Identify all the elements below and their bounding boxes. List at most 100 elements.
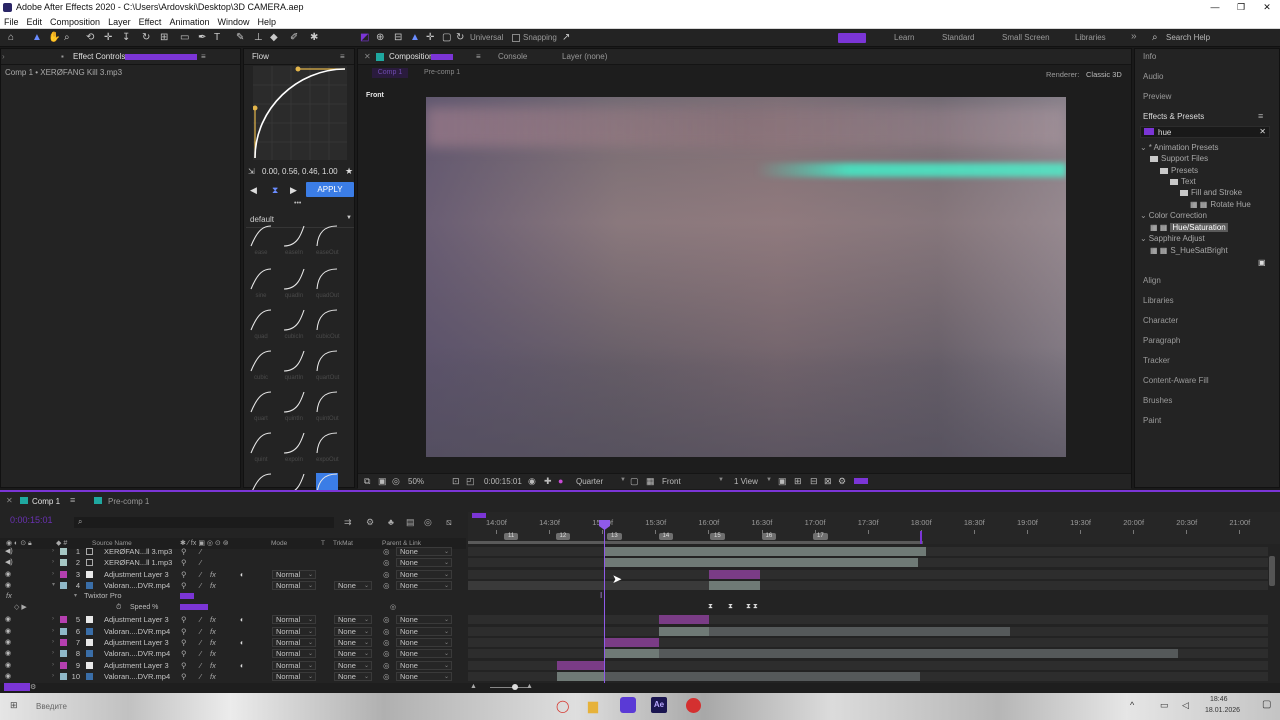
clear-search-icon[interactable]: ✕ [1259, 127, 1266, 136]
expand-layer-icon[interactable]: › [52, 671, 54, 682]
panel-paint[interactable]: Paint [1143, 416, 1161, 425]
parent-dropdown[interactable]: None ⌄ [396, 615, 452, 624]
effects-tree-item[interactable]: Support Files [1150, 154, 1208, 163]
visibility-eye-icon[interactable]: ◉ [5, 637, 11, 648]
title-safe-icon[interactable]: ◰ [466, 476, 475, 487]
notifications-icon[interactable]: ▢ [1262, 699, 1271, 710]
panel-info[interactable]: Info [1143, 52, 1156, 61]
pen-tool-icon[interactable]: ✒ [198, 32, 206, 44]
shy-switch-icon[interactable]: ⚲ [181, 648, 187, 659]
orbit-camera-icon[interactable]: ⟲ [86, 32, 94, 44]
parent-dropdown[interactable]: None ⌄ [396, 661, 452, 670]
effects-tree-item[interactable]: ▦ ▦ Rotate Hue [1190, 200, 1251, 209]
visibility-eye-icon[interactable]: ◉ [5, 614, 11, 625]
workspace-more-chevron[interactable]: » [1131, 31, 1137, 42]
panel-preview[interactable]: Preview [1143, 92, 1171, 101]
quality-switch-icon[interactable]: ⁄ [200, 637, 201, 648]
blend-mode-dropdown[interactable]: Normal ⌄ [272, 672, 316, 681]
flow-apply-button[interactable]: APPLY [306, 182, 354, 197]
roto-brush-icon[interactable]: ✐ [290, 32, 298, 44]
pick-whip-icon[interactable]: ◎ [383, 546, 390, 557]
shy-switch-icon[interactable]: ⚲ [181, 671, 187, 682]
timeline-vertical-scrollbar[interactable] [1269, 556, 1275, 586]
pick-whip-icon[interactable]: ◎ [383, 660, 390, 671]
work-area-end[interactable] [920, 531, 922, 544]
explorer-folder-icon[interactable]: ▆ [588, 698, 598, 714]
layer-name[interactable]: XERØFAN...ll 3.mp3 [104, 546, 172, 557]
expand-layer-icon[interactable]: › [52, 557, 54, 568]
fx-switch-icon[interactable]: fx [210, 648, 216, 659]
layer-duration-bar[interactable] [604, 638, 659, 647]
renderer-value[interactable]: Classic 3D [1086, 70, 1122, 79]
label-color-swatch[interactable] [60, 548, 67, 555]
shy-switch-icon[interactable]: ⚲ [181, 626, 187, 637]
stopwatch-icon[interactable]: ⏱ [116, 602, 121, 613]
blend-mode-dropdown[interactable]: Normal ⌄ [272, 627, 316, 636]
layer-duration-bar[interactable] [709, 570, 760, 579]
label-color-swatch[interactable] [60, 662, 67, 669]
layer-name[interactable]: Valoran....DVR.mp4 [104, 626, 170, 637]
monitor-icon[interactable]: ▣ [378, 476, 387, 487]
layer-row[interactable]: ◉ › 3 Adjustment Layer 3 ⚲ ⁄ fx ◐ Normal ⌄ ◎ None ⌄ [0, 569, 466, 580]
layer-row[interactable]: ◉ › 7 Adjustment Layer 3 ⚲ ⁄ fx ◐ Normal ⌄ None ⌄ ◎ N… [0, 637, 466, 648]
track-matte-dropdown[interactable]: None ⌄ [334, 672, 372, 681]
settings-gear-icon[interactable]: ⚙ [838, 476, 846, 487]
show-snapshot-icon[interactable]: ✚ [544, 476, 552, 487]
quality-switch-icon[interactable]: ⁄ [200, 614, 201, 625]
keyframe-1-icon[interactable]: ⧗ [708, 603, 713, 611]
comp-marker[interactable]: 16 [761, 533, 777, 540]
timeline-search-input[interactable]: ⌕ [74, 517, 334, 528]
comp-marker[interactable]: 15 [710, 533, 725, 540]
zoom-in-icon[interactable]: ▲ [526, 683, 533, 690]
eraser-tool-icon[interactable]: ◆ [270, 32, 278, 44]
visibility-eye-icon[interactable]: ◉ [5, 626, 11, 637]
flow-import-icon[interactable]: ⇲ [248, 167, 255, 176]
blend-mode-dropdown[interactable]: Normal ⌄ [272, 649, 316, 658]
parent-dropdown[interactable]: None ⌄ [396, 649, 452, 658]
layer-name[interactable]: Adjustment Layer 3 [104, 614, 169, 625]
ease-preset-quadIn[interactable]: quadIn [283, 268, 305, 299]
parent-dropdown[interactable]: None ⌄ [396, 638, 452, 647]
shy-switch-icon[interactable]: ⚲ [181, 569, 187, 580]
layer-duration-bar[interactable] [659, 615, 709, 624]
zoom-slider-handle[interactable] [512, 684, 518, 690]
snapshot-icon[interactable]: ◉ [528, 476, 536, 487]
fast-previews-icon[interactable]: ⊞ [794, 476, 802, 487]
layer-duration-bar[interactable] [659, 649, 1178, 658]
composition-mini-flowchart-icon[interactable]: ⇉ [344, 517, 352, 528]
workspace-standard[interactable]: Standard [942, 33, 974, 42]
region-of-interest-icon[interactable]: ▢ [630, 476, 639, 487]
layer-duration-bar[interactable] [709, 581, 760, 590]
world-axis-icon[interactable]: ⊕ [376, 32, 384, 44]
pick-whip-icon[interactable]: ◎ [383, 614, 390, 625]
layer-row[interactable]: ◉ › 6 Valoran....DVR.mp4 ⚲ ⁄ fx Normal ⌄ None ⌄ ◎ No… [0, 626, 466, 637]
panel-character[interactable]: Character [1143, 316, 1178, 325]
comp-navigator-precomp[interactable]: Pre-comp 1 [424, 69, 460, 76]
clock-time[interactable]: 18:46 [1210, 696, 1228, 703]
fx-switch-icon[interactable]: fx [210, 580, 216, 591]
blend-mode-dropdown[interactable]: Normal ⌄ [272, 638, 316, 647]
layer-row[interactable]: ◉ › 10 Valoran....DVR.mp4 ⚲ ⁄ fx Normal ⌄ None ⌄ ◎ N… [0, 671, 466, 682]
comp-marker[interactable]: 17 [813, 533, 828, 540]
label-color-swatch[interactable] [60, 616, 67, 623]
tab-layer[interactable]: Layer (none) [562, 49, 607, 65]
label-color-swatch[interactable] [60, 559, 67, 566]
adjustment-switch-icon[interactable]: ◐ [240, 614, 245, 625]
favorite-star-icon[interactable]: ★ [345, 166, 353, 177]
snap-local-axis-icon[interactable]: ◩ [360, 32, 369, 44]
expand-layer-icon[interactable]: › [52, 637, 54, 648]
comp-navigator-current[interactable]: Comp 1 [372, 68, 408, 78]
layer-duration-bar[interactable] [659, 627, 709, 636]
timeline-current-time[interactable]: 0:00:15:01 [10, 515, 53, 525]
quality-switch-icon[interactable]: ⁄ [200, 580, 201, 591]
adjustment-switch-icon[interactable]: ◐ [240, 569, 245, 580]
unified-camera-icon[interactable]: ▲ [410, 32, 420, 44]
motion-blur-icon[interactable]: ◎ [424, 517, 432, 528]
menu-file[interactable]: File [0, 15, 23, 28]
fx-switch-icon[interactable]: fx [210, 671, 216, 682]
expand-layer-icon[interactable]: › [52, 626, 54, 637]
ease-preset-quadOut[interactable]: quadOut [316, 268, 339, 299]
zoom-tool-icon[interactable]: ⌕ [64, 32, 70, 44]
maximize-button[interactable]: ❐ [1228, 0, 1254, 15]
playhead-line[interactable] [604, 520, 605, 684]
